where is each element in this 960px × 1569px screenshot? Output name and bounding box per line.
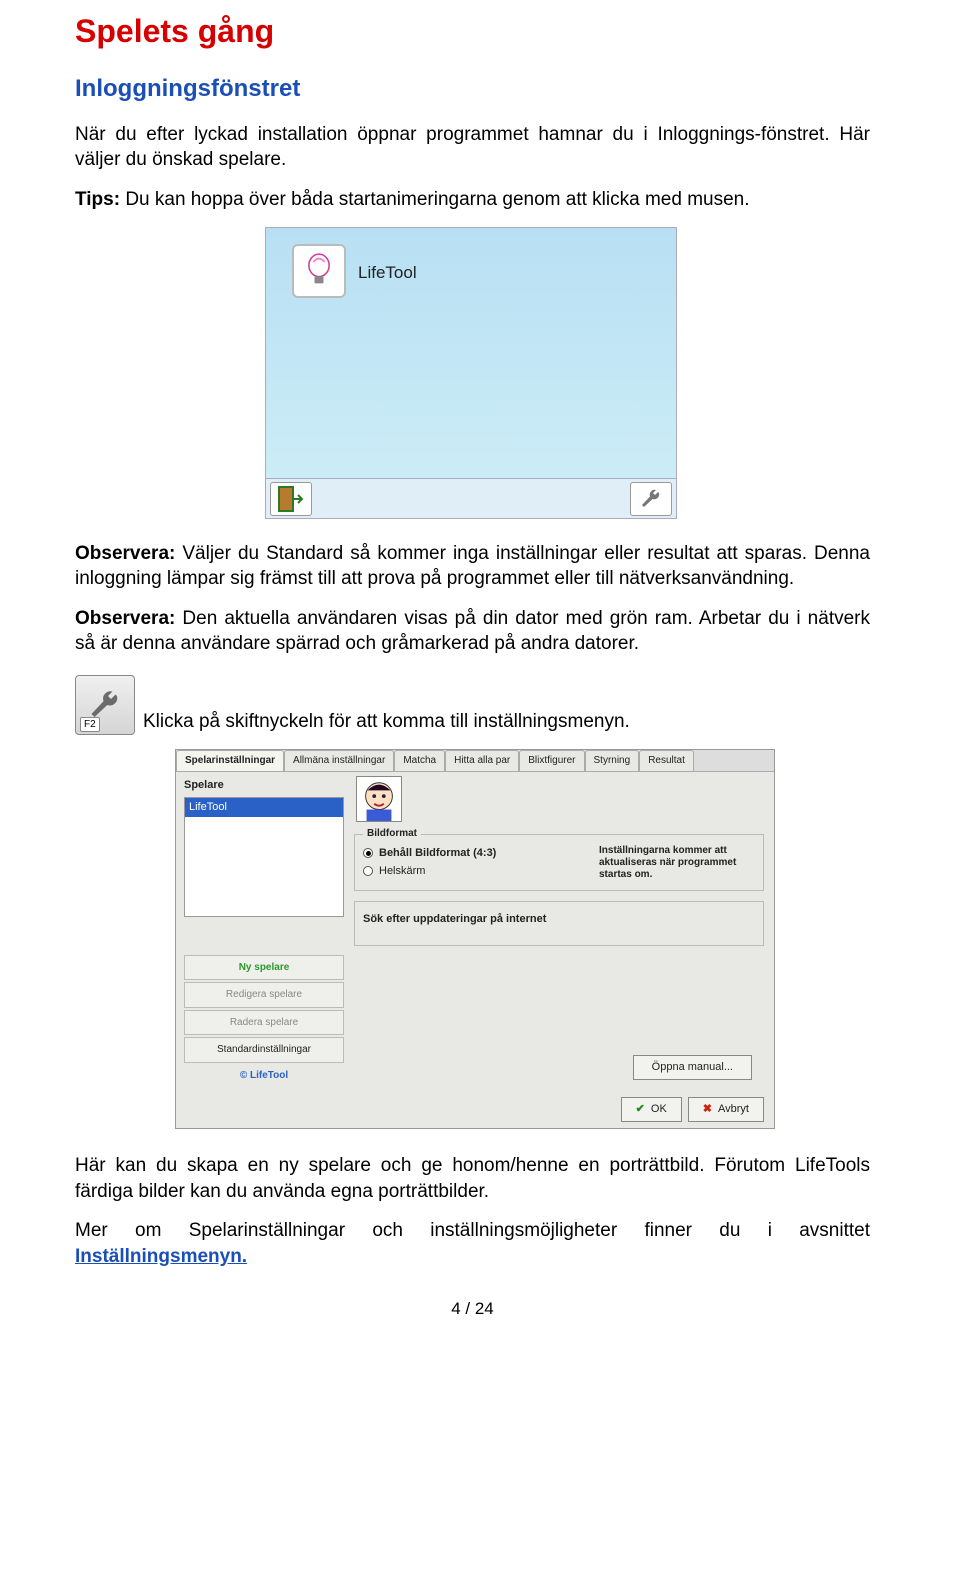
ok-button[interactable]: ✔ OK [621, 1097, 682, 1122]
lightbulb-icon [305, 253, 333, 289]
wrench-caption: Klicka på skiftnyckeln för att komma til… [143, 709, 630, 735]
page-title: Spelets gång [75, 10, 870, 53]
default-settings-button[interactable]: Standardinställningar [184, 1037, 344, 1063]
paragraph: Här kan du skapa en ny spelare och ge ho… [75, 1153, 870, 1204]
tips-text: Du kan hoppa över båda startanimeringarn… [120, 189, 749, 210]
spelare-label: Spelare [184, 778, 344, 793]
wrench-caption-row: F2 Klicka på skiftnyckeln för att komma … [75, 675, 870, 735]
esc-button[interactable] [270, 482, 312, 516]
dialog-button-row: ✔ OK ✖ Avbryt [621, 1097, 764, 1122]
bildformat-group-title: Bildformat [363, 827, 421, 841]
observera-text: Den aktuella användaren visas på din dat… [75, 608, 870, 655]
open-manual-button[interactable]: Öppna manual... [633, 1055, 752, 1080]
check-icon: ✔ [636, 1102, 645, 1117]
settings-button[interactable] [630, 482, 672, 516]
bildformat-group: Bildformat Behåll Bildformat (4:3) Helsk… [354, 834, 764, 891]
observera-label: Observera: [75, 543, 175, 564]
settings-left-column: Spelare LifeTool Ny spelare Redigera spe… [184, 778, 344, 1086]
tab-styrning[interactable]: Styrning [585, 750, 640, 771]
paragraph-tips: Tips: Du kan hoppa över båda startanimer… [75, 187, 870, 213]
wrench-icon [639, 487, 663, 511]
radio-fullscreen-label: Helskärm [379, 864, 425, 879]
tab-blixtfigurer[interactable]: Blixtfigurer [519, 750, 584, 771]
observera-text: Väljer du Standard så kommer inga instäl… [75, 543, 870, 590]
observera-label: Observera: [75, 608, 175, 629]
exit-door-icon [278, 486, 304, 512]
ok-label: OK [651, 1102, 667, 1117]
cancel-label: Avbryt [718, 1102, 749, 1117]
login-bottom-bar [266, 478, 676, 518]
tab-matcha[interactable]: Matcha [394, 750, 445, 771]
radio-dot-icon [363, 848, 373, 858]
paragraph-observera-1: Observera: Väljer du Standard så kommer … [75, 541, 870, 592]
paragraph-more-info: Mer om Spelarinställningar och inställni… [75, 1218, 870, 1269]
brand-footer: © LifeTool [184, 1069, 344, 1083]
tab-hitta-par[interactable]: Hitta alla par [445, 750, 519, 771]
restart-hint: Inställningarna kommer att aktualiseras … [599, 845, 749, 881]
paragraph-observera-2: Observera: Den aktuella användaren visas… [75, 606, 870, 657]
section-heading: Inloggningsfönstret [75, 73, 870, 105]
player-tile-label: LifeTool [358, 262, 417, 285]
tab-allmanna[interactable]: Allmäna inställningar [284, 750, 394, 771]
settings-dialog-screenshot: Spelarinställningar Allmäna inställninga… [175, 749, 775, 1129]
delete-player-button[interactable]: Radera spelare [184, 1010, 344, 1036]
radio-keep-label: Behåll Bildformat (4:3) [379, 846, 496, 861]
settings-tabs: Spelarinställningar Allmäna inställninga… [176, 750, 774, 772]
settings-menu-link[interactable]: Inställningsmenyn. [75, 1246, 247, 1267]
player-listbox[interactable]: LifeTool [184, 797, 344, 917]
close-icon: ✖ [703, 1102, 712, 1117]
update-group-title: Sök efter uppdateringar på internet [363, 913, 546, 925]
tab-resultat[interactable]: Resultat [639, 750, 694, 771]
update-group: Sök efter uppdateringar på internet [354, 901, 764, 946]
new-player-button[interactable]: Ny spelare [184, 955, 344, 981]
edit-player-button[interactable]: Redigera spelare [184, 982, 344, 1008]
player-tile[interactable] [292, 244, 346, 298]
more-info-text: Mer om Spelarinställningar och inställni… [75, 1220, 870, 1241]
radio-dot-icon [363, 866, 373, 876]
page-number: 4 / 24 [75, 1298, 870, 1321]
cancel-button[interactable]: ✖ Avbryt [688, 1097, 764, 1122]
tab-spelarinstallningar[interactable]: Spelarinställningar [176, 750, 284, 771]
login-window-screenshot: LifeTool [265, 227, 677, 519]
paragraph: När du efter lyckad installation öppnar … [75, 122, 870, 173]
tips-label: Tips: [75, 189, 120, 210]
wrench-button-large[interactable]: F2 [75, 675, 135, 735]
player-list-item[interactable]: LifeTool [185, 798, 343, 817]
settings-right-column: Bildformat Behåll Bildformat (4:3) Helsk… [354, 778, 764, 946]
keycap-f2: F2 [80, 717, 100, 733]
